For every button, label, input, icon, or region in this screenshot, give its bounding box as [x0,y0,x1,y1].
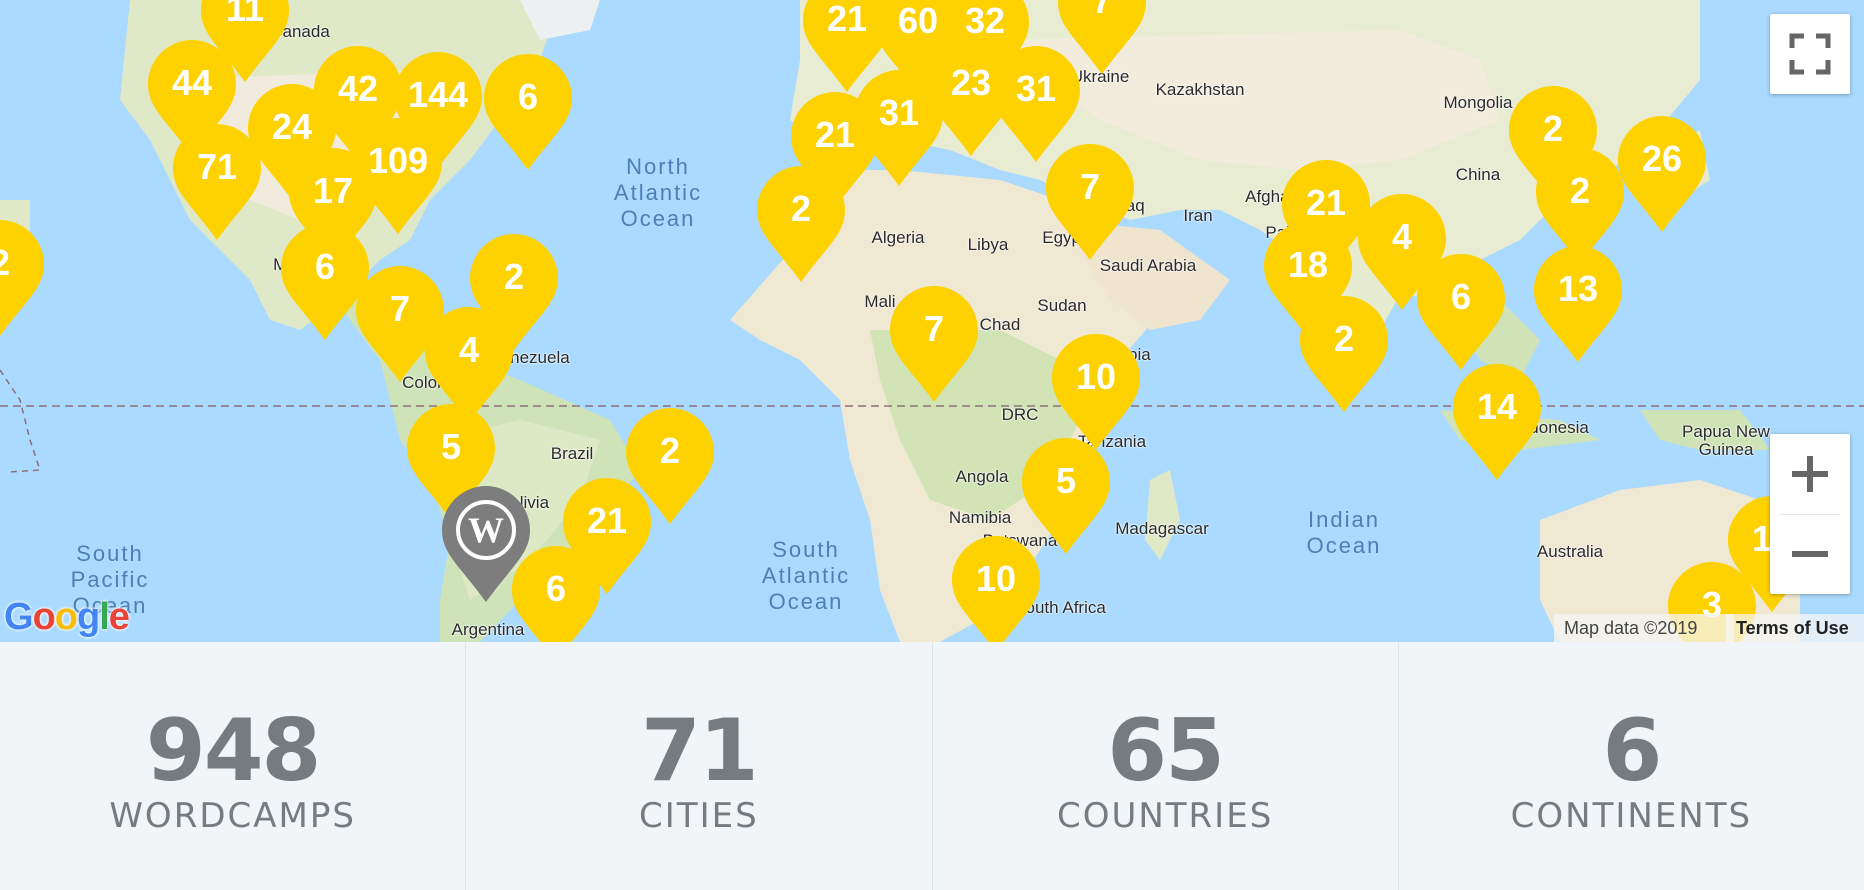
marker-count: 32 [964,0,1006,41]
country-label-china: China [1455,165,1501,184]
stat-value: 6 [1602,701,1662,801]
wordcamp-cluster-marker[interactable]: 7 [1044,142,1136,262]
terms-of-use-link[interactable]: Terms of Use [1726,614,1864,642]
wordcamp-cluster-marker[interactable]: 13 [1532,244,1624,364]
marker-count: 10 [1075,356,1117,397]
map-data-attribution: Map data ©2019 [1554,614,1734,642]
marker-count: 4 [458,329,480,370]
svg-text:W: W [468,510,504,550]
wordcamp-cluster-marker[interactable]: 2 [0,218,46,338]
marker-count: 31 [1015,68,1057,109]
stat-label: CITIES [639,796,759,836]
ocean-label-north-atlantic: North Atlantic Ocean [613,154,703,231]
marker-count: 10 [975,558,1017,599]
wordcamp-cluster-marker[interactable]: 10 [1050,332,1142,452]
stat-continents: 6 CONTINENTS [1399,642,1864,890]
marker-count: 7 [1091,0,1113,21]
country-label-sudan: Sudan [1037,296,1087,315]
world-map[interactable]: Canada Kazakhstan Mongolia China Afghani… [0,0,1864,642]
marker-count: 11 [225,0,265,29]
marker-count: 21 [814,114,856,155]
country-label-libya: Libya [967,235,1009,254]
country-label-papua-new-guinea: Papua New Guinea [1682,422,1770,459]
ocean-label-south-atlantic: South Atlantic Ocean [761,537,851,614]
marker-count: 44 [171,62,213,103]
stat-countries: 65 COUNTRIES [933,642,1399,890]
wordcamp-cluster-marker[interactable]: 6 [482,52,574,172]
marker-count: 2 [1542,108,1564,149]
marker-count: 7 [923,308,945,349]
country-label-chad: Chad [979,315,1021,334]
marker-count: 17 [312,170,354,211]
wordcamp-cluster-marker[interactable]: 2 [1298,294,1390,414]
wordcamp-cluster-marker[interactable]: 7 [888,284,980,404]
country-label-mongolia: Mongolia [1443,93,1513,112]
marker-count: 21 [586,500,628,541]
marker-count: 144 [407,74,469,115]
minus-icon [1792,551,1828,557]
marker-count: 2 [659,430,681,471]
country-label-madagascar: Madagascar [1115,519,1209,538]
zoom-in-button[interactable] [1770,434,1850,514]
marker-count: 42 [337,68,379,109]
country-label-angola: Angola [955,467,1009,486]
wordcamp-cluster-marker[interactable]: 6 [1415,252,1507,372]
ocean-label-indian: Indian Ocean [1306,507,1382,558]
zoom-out-button[interactable] [1770,514,1850,594]
stat-value: 948 [145,701,322,801]
marker-count: 2 [1333,318,1355,359]
wordcamp-cluster-marker[interactable]: 10 [950,534,1042,642]
zoom-controls [1770,434,1850,594]
marker-count: 2 [1569,170,1591,211]
marker-count: 6 [1450,276,1472,317]
marker-count: 2 [790,188,812,229]
country-label-australia: Australia [1536,542,1604,561]
stats-bar: 948 WORDCAMPS 71 CITIES 65 COUNTRIES 6 C… [0,642,1864,890]
country-label-brazil: Brazil [550,444,594,463]
country-label-drc: DRC [1001,405,1039,424]
marker-count: 14 [1476,386,1518,427]
stat-cities: 71 CITIES [466,642,933,890]
wordpress-location-marker[interactable]: W [440,484,532,604]
marker-count: 18 [1287,244,1329,285]
google-logo[interactable]: Google [4,596,130,639]
marker-count: 2 [503,256,525,297]
marker-count: 26 [1641,138,1683,179]
stat-label: COUNTRIES [1056,796,1274,836]
stat-label: CONTINENTS [1510,796,1753,836]
stat-value: 65 [1107,701,1225,801]
wordpress-logo-icon: W [442,486,530,602]
marker-count: 6 [517,76,539,117]
marker-count: 13 [1557,268,1599,309]
marker-count: 5 [1055,460,1077,501]
fullscreen-icon [1789,33,1831,75]
stat-value: 71 [641,701,759,801]
country-label-algeria: Algeria [871,228,925,247]
marker-count: 5 [440,426,462,467]
marker-count: 2 [0,242,46,284]
stat-label: WORDCAMPS [109,796,356,836]
wordcamp-cluster-marker[interactable]: 2 [755,164,847,284]
wordcamp-cluster-marker[interactable]: 14 [1451,362,1543,482]
stat-wordcamps: 948 WORDCAMPS [0,642,467,890]
fullscreen-button[interactable] [1770,14,1850,94]
marker-count: 7 [1079,166,1101,207]
country-label-iran: Iran [1183,206,1213,225]
country-label-namibia: Namibia [948,508,1012,527]
wordcamp-cluster-marker[interactable]: 26 [1616,114,1708,234]
plus-icon [1792,456,1828,492]
zoom-divider [1780,514,1840,515]
country-label-kazakhstan: Kazakhstan [1155,80,1245,99]
